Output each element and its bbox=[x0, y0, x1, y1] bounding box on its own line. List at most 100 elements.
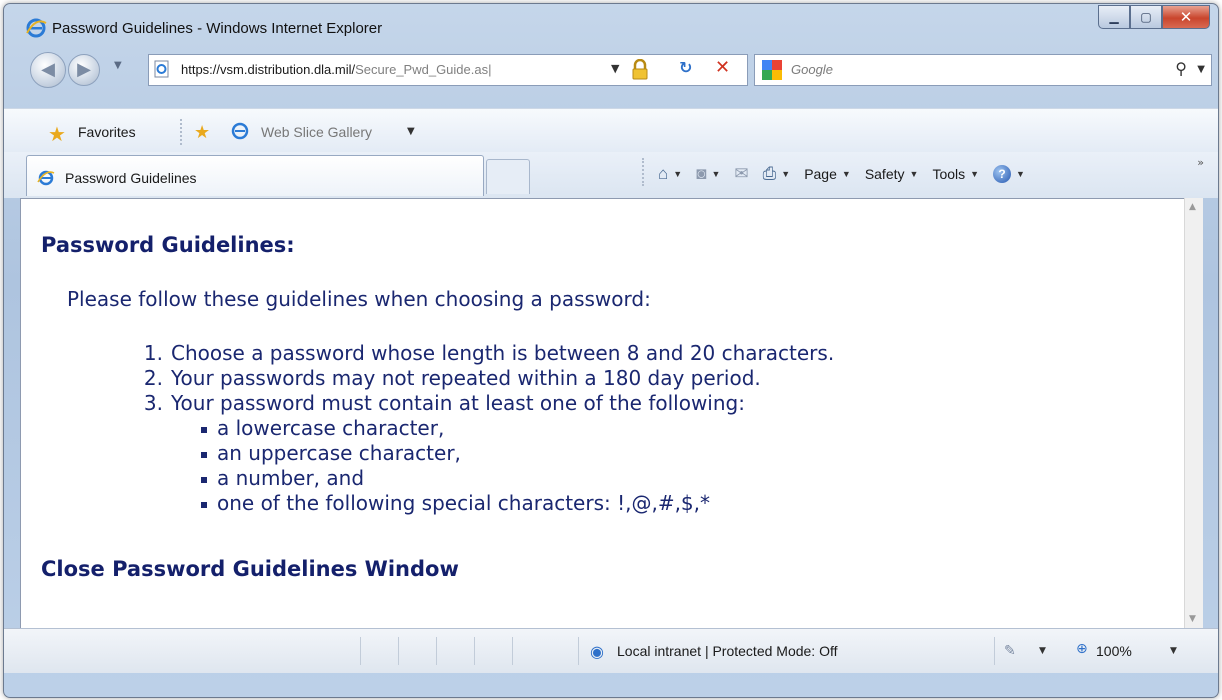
minimize-button[interactable]: ▁ bbox=[1098, 5, 1130, 29]
tools-menu[interactable]: Tools ▼ bbox=[932, 166, 979, 182]
home-dropdown-icon: ▼ bbox=[673, 169, 683, 179]
home-button[interactable]: ⌂ ▼ bbox=[658, 164, 682, 184]
search-box[interactable]: Google ⚲ ▼ bbox=[754, 54, 1212, 86]
page-icon bbox=[154, 60, 169, 78]
status-bar: ◉ Local intranet | Protected Mode: Off ✎… bbox=[4, 628, 1218, 673]
maximize-button[interactable]: ▢ bbox=[1130, 5, 1162, 29]
page-menu[interactable]: Page ▼ bbox=[804, 166, 851, 182]
security-zone-status[interactable]: Local intranet | Protected Mode: Off bbox=[617, 643, 838, 659]
favorites-separator bbox=[180, 119, 182, 145]
recent-pages-dropdown[interactable]: ▼ bbox=[114, 60, 122, 71]
list-item: an uppercase character, bbox=[201, 441, 834, 466]
feeds-icon: ◙ bbox=[696, 164, 707, 183]
tab-password-guidelines[interactable]: Password Guidelines bbox=[26, 155, 484, 196]
more-commands-chevron-icon[interactable]: » bbox=[1197, 156, 1204, 169]
safety-menu[interactable]: Safety ▼ bbox=[865, 166, 919, 182]
help-dropdown-icon: ▼ bbox=[1016, 169, 1025, 179]
url-visible: https://vsm.distribution.dla.mil/ bbox=[181, 62, 356, 77]
guidelines-list: 1. Choose a password whose length is betw… bbox=[117, 341, 834, 516]
back-button[interactable]: ◀ bbox=[30, 52, 66, 88]
character-requirements-list: a lowercase character, an uppercase char… bbox=[117, 416, 834, 516]
vertical-scrollbar[interactable]: ▲ ▼ bbox=[1184, 198, 1203, 628]
forward-button[interactable]: ▶ bbox=[68, 54, 100, 86]
print-icon: ⎙ bbox=[762, 164, 777, 183]
add-favorites-icon[interactable]: ★ bbox=[194, 122, 210, 143]
tab-bar: Password Guidelines ⌂ ▼ ◙ ▼ ✉ ⎙ ▼ Page ▼ Saf… bbox=[4, 152, 1218, 198]
list-item: 1. Choose a password whose length is betw… bbox=[117, 341, 834, 366]
address-bar[interactable]: https://vsm.distribution.dla.mil/Secure_… bbox=[148, 54, 748, 86]
scroll-down-icon[interactable]: ▼ bbox=[1189, 614, 1196, 624]
favorites-star-icon[interactable]: ★ bbox=[48, 122, 66, 146]
web-slice-gallery-button[interactable]: Web Slice Gallery bbox=[261, 124, 372, 140]
mail-icon: ✉ bbox=[734, 164, 749, 183]
ie-logo-icon bbox=[26, 18, 47, 38]
zoom-icon: ⊕ bbox=[1076, 641, 1088, 657]
close-guidelines-link[interactable]: Close Password Guidelines Window bbox=[41, 557, 459, 581]
address-url[interactable]: https://vsm.distribution.dla.mil/Secure_… bbox=[181, 62, 491, 77]
status-divider bbox=[398, 637, 399, 665]
favorites-button[interactable]: Favorites bbox=[78, 124, 136, 140]
intro-text: Please follow these guidelines when choo… bbox=[67, 287, 651, 311]
google-icon bbox=[762, 60, 782, 80]
new-tab-button[interactable] bbox=[486, 159, 530, 194]
web-slice-dropdown[interactable]: ▼ bbox=[407, 126, 415, 137]
list-number: 2. bbox=[143, 366, 163, 390]
list-item: a lowercase character, bbox=[201, 416, 834, 441]
feeds-dropdown-icon: ▼ bbox=[711, 169, 721, 179]
safety-menu-label: Safety bbox=[864, 166, 905, 182]
status-tools-dropdown[interactable]: ▼ bbox=[1039, 646, 1046, 656]
list-number: 1. bbox=[143, 341, 163, 365]
status-divider bbox=[512, 637, 513, 665]
mail-button[interactable]: ✉ bbox=[734, 164, 748, 184]
close-icon: ✕ bbox=[1179, 8, 1193, 26]
list-text: Your password must contain at least one … bbox=[171, 391, 745, 415]
forward-icon: ▶ bbox=[77, 59, 91, 80]
url-faded: Secure_Pwd_Guide.as| bbox=[355, 62, 492, 77]
status-divider bbox=[474, 637, 475, 665]
help-icon: ? bbox=[993, 165, 1012, 183]
page-title: Password Guidelines: bbox=[41, 233, 295, 257]
address-dropdown[interactable]: ▼ bbox=[611, 62, 619, 75]
page-content: Password Guidelines: Please follow these… bbox=[20, 198, 1185, 629]
refresh-icon[interactable]: ↻ bbox=[679, 58, 692, 77]
list-item: one of the following special characters:… bbox=[201, 491, 834, 516]
title-bar: Password Guidelines - Windows Internet E… bbox=[4, 4, 1218, 44]
status-divider bbox=[994, 637, 995, 665]
search-icon[interactable]: ⚲ bbox=[1175, 59, 1187, 78]
globe-zone-icon: ◉ bbox=[590, 642, 604, 661]
tools-menu-label: Tools bbox=[932, 166, 966, 182]
navigation-bar: ◀ ▶ ▼ https://vsm.distribution.dla.mil/S… bbox=[4, 48, 1218, 92]
favorites-bar: ★ Favorites ★ Web Slice Gallery ▼ bbox=[4, 108, 1218, 153]
list-item: 3. Your password must contain at least on… bbox=[117, 391, 834, 516]
status-divider bbox=[578, 637, 579, 665]
list-item: a number, and bbox=[201, 466, 834, 491]
print-button[interactable]: ⎙ ▼ bbox=[763, 164, 791, 184]
help-menu[interactable]: ? ▼ bbox=[993, 165, 1025, 183]
list-text: Your passwords may not repeated within a… bbox=[171, 366, 761, 390]
back-icon: ◀ bbox=[41, 59, 55, 80]
window-title: Password Guidelines - Windows Internet E… bbox=[52, 20, 383, 37]
status-divider bbox=[436, 637, 437, 665]
close-window-button[interactable]: ✕ bbox=[1162, 5, 1210, 29]
status-tools-icon[interactable]: ✎ bbox=[1004, 643, 1016, 659]
web-slice-ie-icon bbox=[231, 122, 249, 140]
feeds-button[interactable]: ◙ ▼ bbox=[696, 164, 720, 184]
minimize-icon: ▁ bbox=[1109, 10, 1119, 24]
tab-label: Password Guidelines bbox=[65, 170, 197, 186]
command-bar: ⌂ ▼ ◙ ▼ ✉ ⎙ ▼ Page ▼ Safety ▼ Tools ▼ ? ▼ bbox=[658, 164, 1039, 184]
search-options-dropdown[interactable]: ▼ bbox=[1197, 64, 1205, 75]
search-placeholder: Google bbox=[791, 62, 833, 77]
page-menu-label: Page bbox=[804, 166, 837, 182]
list-number: 3. bbox=[143, 391, 163, 415]
home-icon: ⌂ bbox=[658, 164, 669, 183]
stop-icon[interactable]: ✕ bbox=[715, 57, 730, 78]
status-divider bbox=[360, 637, 361, 665]
scroll-up-icon[interactable]: ▲ bbox=[1189, 202, 1196, 212]
safety-dropdown-icon: ▼ bbox=[909, 169, 919, 179]
lock-icon[interactable] bbox=[631, 59, 649, 81]
zoom-level[interactable]: 100% bbox=[1096, 643, 1132, 659]
caption-buttons: ▁ ▢ ✕ bbox=[1098, 5, 1210, 29]
zoom-dropdown[interactable]: ▼ bbox=[1170, 646, 1177, 656]
maximize-icon: ▢ bbox=[1140, 10, 1152, 24]
list-text: Choose a password whose length is betwee… bbox=[171, 341, 835, 365]
